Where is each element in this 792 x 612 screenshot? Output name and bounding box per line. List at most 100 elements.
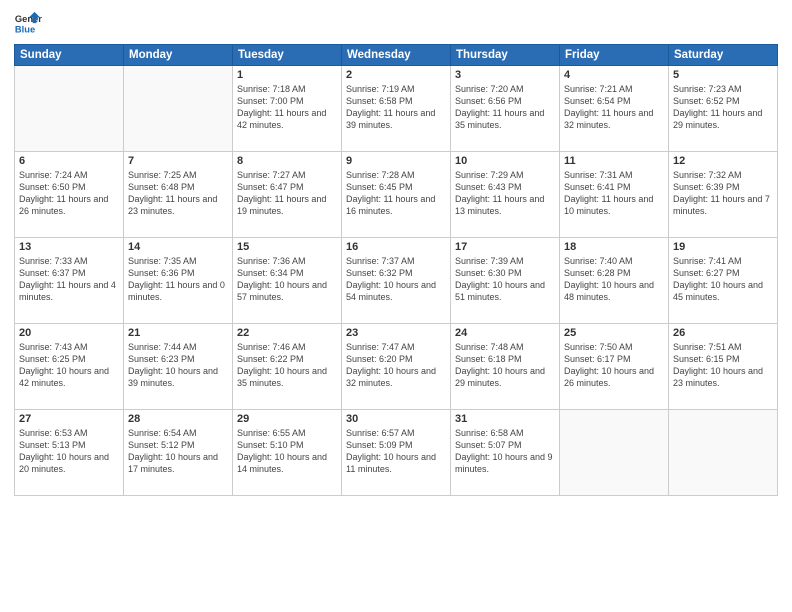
- cell-info: Sunrise: 7:35 AMSunset: 6:36 PMDaylight:…: [128, 255, 228, 304]
- weekday-header-wednesday: Wednesday: [342, 45, 451, 66]
- cell-info: Sunrise: 7:28 AMSunset: 6:45 PMDaylight:…: [346, 169, 446, 218]
- calendar-cell: 1 Sunrise: 7:18 AMSunset: 7:00 PMDaylight…: [233, 66, 342, 152]
- cell-info: Sunrise: 7:37 AMSunset: 6:32 PMDaylight:…: [346, 255, 446, 304]
- calendar-cell: [15, 66, 124, 152]
- calendar-cell: 4 Sunrise: 7:21 AMSunset: 6:54 PMDaylight…: [560, 66, 669, 152]
- calendar-cell: [560, 410, 669, 496]
- calendar-cell: 7Sunrise: 7:25 AMSunset: 6:48 PMDaylight…: [124, 152, 233, 238]
- calendar-cell: 17 Sunrise: 7:39 AMSunset: 6:30 PMDayligh…: [451, 238, 560, 324]
- day-number: 15: [237, 241, 337, 253]
- calendar-cell: 3 Sunrise: 7:20 AMSunset: 6:56 PMDaylight…: [451, 66, 560, 152]
- weekday-header-row: SundayMondayTuesdayWednesdayThursdayFrid…: [15, 45, 778, 66]
- calendar-cell: 26 Sunrise: 7:51 AMSunset: 6:15 PMDayligh…: [669, 324, 778, 410]
- day-number: 30: [346, 413, 446, 425]
- svg-text:Blue: Blue: [15, 24, 35, 34]
- logo-icon: General Blue: [14, 10, 42, 38]
- calendar-cell: 15 Sunrise: 7:36 AMSunset: 6:34 PMDayligh…: [233, 238, 342, 324]
- cell-info: Sunrise: 7:44 AMSunset: 6:23 PMDaylight:…: [128, 341, 228, 390]
- day-number: 11: [564, 155, 664, 167]
- cell-info: Sunrise: 7:46 AMSunset: 6:22 PMDaylight:…: [237, 341, 337, 390]
- week-row-5: 27 Sunrise: 6:53 AMSunset: 5:13 PMDayligh…: [15, 410, 778, 496]
- cell-info: Sunrise: 7:29 AMSunset: 6:43 PMDaylight:…: [455, 169, 555, 218]
- cell-info: Sunrise: 7:51 AMSunset: 6:15 PMDaylight:…: [673, 341, 773, 390]
- cell-info: Sunrise: 7:47 AMSunset: 6:20 PMDaylight:…: [346, 341, 446, 390]
- cell-info: Sunrise: 7:31 AMSunset: 6:41 PMDaylight:…: [564, 169, 664, 218]
- day-number: 10: [455, 155, 555, 167]
- day-number: 27: [19, 413, 119, 425]
- calendar-cell: [124, 66, 233, 152]
- day-number: 25: [564, 327, 664, 339]
- header: General Blue: [14, 10, 778, 38]
- calendar-cell: 2Sunrise: 7:19 AMSunset: 6:58 PMDaylight…: [342, 66, 451, 152]
- day-number: 21: [128, 327, 228, 339]
- cell-info: Sunrise: 7:48 AMSunset: 6:18 PMDaylight:…: [455, 341, 555, 390]
- cell-info: Sunrise: 7:41 AMSunset: 6:27 PMDaylight:…: [673, 255, 773, 304]
- cell-info: Sunrise: 6:55 AMSunset: 5:10 PMDaylight:…: [237, 427, 337, 476]
- day-number: 31: [455, 413, 555, 425]
- weekday-header-thursday: Thursday: [451, 45, 560, 66]
- cell-info: Sunrise: 7:43 AMSunset: 6:25 PMDaylight:…: [19, 341, 119, 390]
- cell-info: Sunrise: 6:54 AMSunset: 5:12 PMDaylight:…: [128, 427, 228, 476]
- day-number: 1: [237, 69, 337, 81]
- day-number: 4: [564, 69, 664, 81]
- calendar-cell: 23 Sunrise: 7:47 AMSunset: 6:20 PMDayligh…: [342, 324, 451, 410]
- calendar-cell: 22 Sunrise: 7:46 AMSunset: 6:22 PMDayligh…: [233, 324, 342, 410]
- day-number: 3: [455, 69, 555, 81]
- cell-info: Sunrise: 6:58 AMSunset: 5:07 PMDaylight:…: [455, 427, 555, 476]
- cell-info: Sunrise: 7:36 AMSunset: 6:34 PMDaylight:…: [237, 255, 337, 304]
- page: General Blue SundayMondayTuesdayWednesda…: [0, 0, 792, 612]
- cell-info: Sunrise: 7:40 AMSunset: 6:28 PMDaylight:…: [564, 255, 664, 304]
- cell-info: Sunrise: 7:18 AMSunset: 7:00 PMDaylight:…: [237, 83, 337, 132]
- week-row-2: 6 Sunrise: 7:24 AMSunset: 6:50 PMDaylight…: [15, 152, 778, 238]
- calendar-cell: 6 Sunrise: 7:24 AMSunset: 6:50 PMDaylight…: [15, 152, 124, 238]
- weekday-header-monday: Monday: [124, 45, 233, 66]
- cell-info: Sunrise: 7:39 AMSunset: 6:30 PMDaylight:…: [455, 255, 555, 304]
- day-number: 8: [237, 155, 337, 167]
- cell-info: Sunrise: 6:57 AMSunset: 5:09 PMDaylight:…: [346, 427, 446, 476]
- week-row-4: 20 Sunrise: 7:43 AMSunset: 6:25 PMDayligh…: [15, 324, 778, 410]
- calendar-cell: 8Sunrise: 7:27 AMSunset: 6:47 PMDaylight…: [233, 152, 342, 238]
- cell-info: Sunrise: 7:23 AMSunset: 6:52 PMDaylight:…: [673, 83, 773, 132]
- day-number: 26: [673, 327, 773, 339]
- calendar-cell: 9Sunrise: 7:28 AMSunset: 6:45 PMDaylight…: [342, 152, 451, 238]
- calendar-cell: 13Sunrise: 7:33 AMSunset: 6:37 PMDayligh…: [15, 238, 124, 324]
- calendar-cell: 25Sunrise: 7:50 AMSunset: 6:17 PMDayligh…: [560, 324, 669, 410]
- day-number: 2: [346, 69, 446, 81]
- calendar-cell: 14Sunrise: 7:35 AMSunset: 6:36 PMDayligh…: [124, 238, 233, 324]
- calendar-cell: 11 Sunrise: 7:31 AMSunset: 6:41 PMDayligh…: [560, 152, 669, 238]
- week-row-1: 1 Sunrise: 7:18 AMSunset: 7:00 PMDaylight…: [15, 66, 778, 152]
- cell-info: Sunrise: 7:20 AMSunset: 6:56 PMDaylight:…: [455, 83, 555, 132]
- calendar-table: SundayMondayTuesdayWednesdayThursdayFrid…: [14, 44, 778, 496]
- cell-info: Sunrise: 7:21 AMSunset: 6:54 PMDaylight:…: [564, 83, 664, 132]
- calendar-cell: 12Sunrise: 7:32 AMSunset: 6:39 PMDayligh…: [669, 152, 778, 238]
- week-row-3: 13Sunrise: 7:33 AMSunset: 6:37 PMDayligh…: [15, 238, 778, 324]
- day-number: 29: [237, 413, 337, 425]
- day-number: 23: [346, 327, 446, 339]
- cell-info: Sunrise: 6:53 AMSunset: 5:13 PMDaylight:…: [19, 427, 119, 476]
- logo: General Blue: [14, 10, 42, 38]
- calendar-cell: 28 Sunrise: 6:54 AMSunset: 5:12 PMDayligh…: [124, 410, 233, 496]
- weekday-header-sunday: Sunday: [15, 45, 124, 66]
- calendar-cell: 18Sunrise: 7:40 AMSunset: 6:28 PMDayligh…: [560, 238, 669, 324]
- day-number: 6: [19, 155, 119, 167]
- calendar-cell: 30 Sunrise: 6:57 AMSunset: 5:09 PMDayligh…: [342, 410, 451, 496]
- day-number: 12: [673, 155, 773, 167]
- calendar-cell: 31 Sunrise: 6:58 AMSunset: 5:07 PMDayligh…: [451, 410, 560, 496]
- weekday-header-saturday: Saturday: [669, 45, 778, 66]
- day-number: 20: [19, 327, 119, 339]
- calendar-cell: 19 Sunrise: 7:41 AMSunset: 6:27 PMDayligh…: [669, 238, 778, 324]
- weekday-header-friday: Friday: [560, 45, 669, 66]
- calendar-cell: 27 Sunrise: 6:53 AMSunset: 5:13 PMDayligh…: [15, 410, 124, 496]
- cell-info: Sunrise: 7:33 AMSunset: 6:37 PMDaylight:…: [19, 255, 119, 304]
- day-number: 19: [673, 241, 773, 253]
- day-number: 22: [237, 327, 337, 339]
- calendar-cell: 24Sunrise: 7:48 AMSunset: 6:18 PMDayligh…: [451, 324, 560, 410]
- day-number: 17: [455, 241, 555, 253]
- day-number: 5: [673, 69, 773, 81]
- calendar-cell: 20 Sunrise: 7:43 AMSunset: 6:25 PMDayligh…: [15, 324, 124, 410]
- day-number: 16: [346, 241, 446, 253]
- weekday-header-tuesday: Tuesday: [233, 45, 342, 66]
- cell-info: Sunrise: 7:24 AMSunset: 6:50 PMDaylight:…: [19, 169, 119, 218]
- day-number: 28: [128, 413, 228, 425]
- calendar-cell: 21 Sunrise: 7:44 AMSunset: 6:23 PMDayligh…: [124, 324, 233, 410]
